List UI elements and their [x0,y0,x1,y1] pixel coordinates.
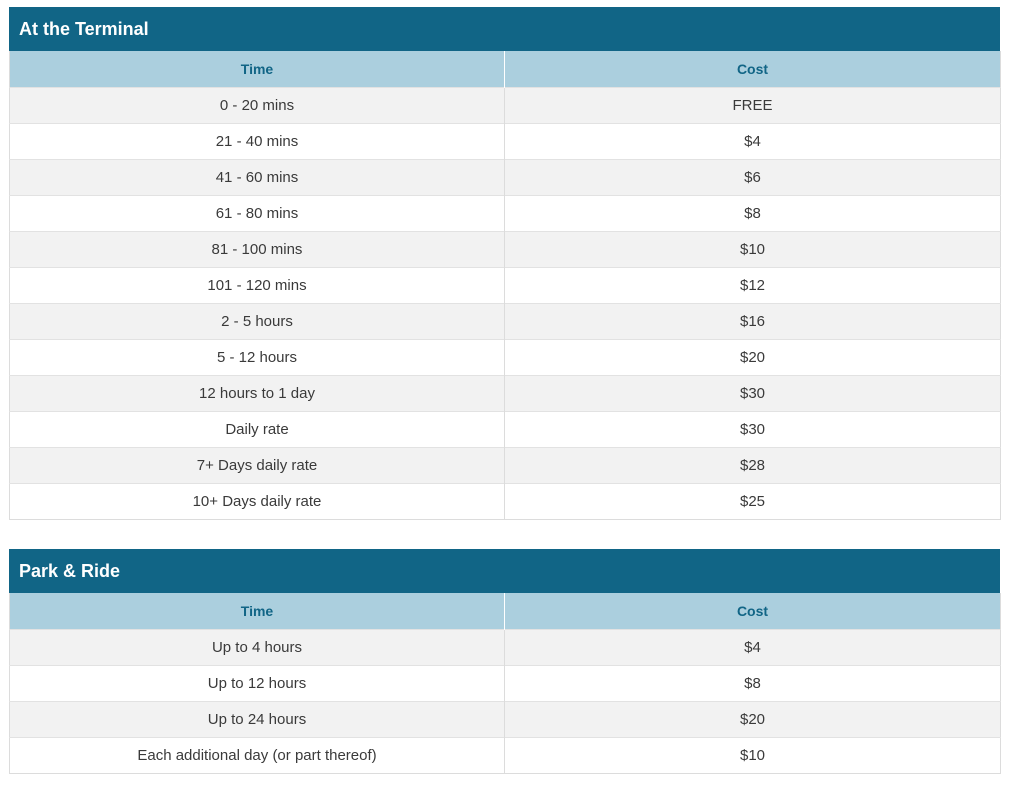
cost-cell: $30 [504,410,1001,447]
time-cell: 7+ Days daily rate [9,446,505,483]
cost-cell: $10 [504,736,1001,773]
park-and-ride-rates-table: Time Cost Up to 4 hours $4 Up to 12 hours… [9,593,1001,774]
time-cell: Up to 24 hours [9,700,505,737]
time-cell: Daily rate [9,410,505,447]
time-cell: 21 - 40 mins [9,122,505,159]
time-cell: 41 - 60 mins [9,158,505,195]
cost-cell: $6 [504,158,1001,195]
cost-cell: $10 [504,230,1001,267]
table-row: 21 - 40 mins $4 [9,122,1001,159]
park-and-ride-section-title: Park & Ride [9,549,1000,593]
time-cell: Up to 12 hours [9,664,505,701]
table-row: 12 hours to 1 day $30 [9,374,1001,411]
table-row: 81 - 100 mins $10 [9,230,1001,267]
time-cell: 0 - 20 mins [9,86,505,123]
table-row: 2 - 5 hours $16 [9,302,1001,339]
cost-cell: $12 [504,266,1001,303]
table-row: Up to 4 hours $4 [9,628,1001,665]
table-row: 0 - 20 mins FREE [9,86,1001,123]
cost-cell: $4 [504,122,1001,159]
table-row: 61 - 80 mins $8 [9,194,1001,231]
terminal-rates-table: Time Cost 0 - 20 mins FREE 21 - 40 mins $4… [9,51,1001,520]
time-column-header: Time [9,51,505,87]
time-cell: 12 hours to 1 day [9,374,505,411]
terminal-rates-section: At the Terminal Time Cost 0 - 20 mins FRE… [9,7,1001,520]
cost-cell: $28 [504,446,1001,483]
park-and-ride-rates-section: Park & Ride Time Cost Up to 4 hours $4 Up… [9,549,1001,774]
table-row: 41 - 60 mins $6 [9,158,1001,195]
time-cell: Up to 4 hours [9,628,505,665]
cost-cell: $8 [504,194,1001,231]
time-cell: Each additional day (or part thereof) [9,736,505,773]
table-row: 10+ Days daily rate $25 [9,482,1001,519]
cost-cell: $20 [504,338,1001,375]
table-row: 101 - 120 mins $12 [9,266,1001,303]
time-column-header: Time [9,593,505,629]
time-cell: 101 - 120 mins [9,266,505,303]
cost-cell: $4 [504,628,1001,665]
table-row: Daily rate $30 [9,410,1001,447]
time-cell: 61 - 80 mins [9,194,505,231]
table-row: 5 - 12 hours $20 [9,338,1001,375]
cost-cell: $25 [504,482,1001,519]
time-cell: 81 - 100 mins [9,230,505,267]
terminal-section-title: At the Terminal [9,7,1000,51]
cost-cell: $20 [504,700,1001,737]
cost-cell: $8 [504,664,1001,701]
cost-cell: $16 [504,302,1001,339]
cost-column-header: Cost [504,51,1001,87]
table-row: Each additional day (or part thereof) $10 [9,736,1001,773]
table-header-row: Time Cost [9,593,1001,629]
time-cell: 5 - 12 hours [9,338,505,375]
time-cell: 2 - 5 hours [9,302,505,339]
table-row: Up to 24 hours $20 [9,700,1001,737]
cost-cell: FREE [504,86,1001,123]
time-cell: 10+ Days daily rate [9,482,505,519]
cost-column-header: Cost [504,593,1001,629]
cost-cell: $30 [504,374,1001,411]
table-row: Up to 12 hours $8 [9,664,1001,701]
table-row: 7+ Days daily rate $28 [9,446,1001,483]
table-header-row: Time Cost [9,51,1001,87]
